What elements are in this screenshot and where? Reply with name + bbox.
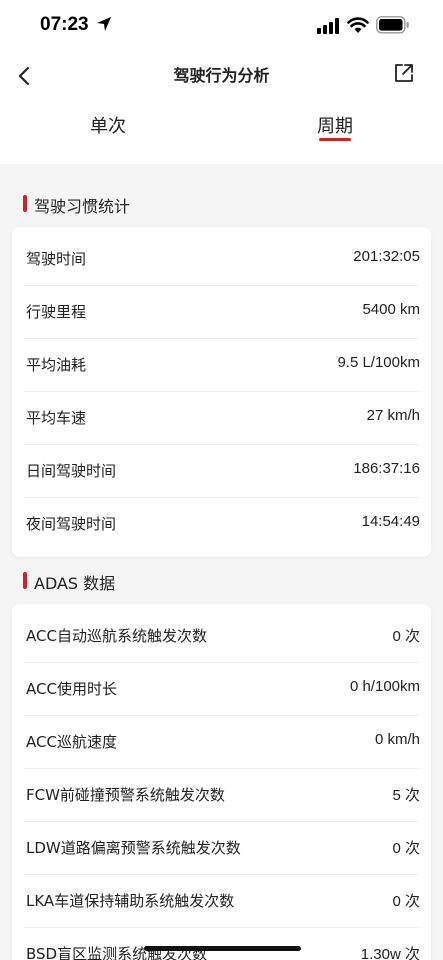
row-value: 0 h/100km [349, 678, 420, 695]
row-label: 平均油耗 [26, 356, 87, 374]
habits-row: 平均车速 27 km/h [24, 392, 420, 445]
row-value: 186:37:16 [353, 460, 420, 477]
row-value: 201:32:05 [353, 248, 420, 265]
section-accent-bar [23, 572, 27, 589]
share-export-icon[interactable] [392, 61, 416, 85]
location-arrow-icon [97, 17, 111, 31]
habits-row: 平均油耗 9.5 L/100km [24, 339, 420, 392]
row-value: 0 次 [392, 628, 420, 645]
row-label: ACC自动巡航系统触发次数 [26, 627, 207, 645]
habits-row: 日间驾驶时间 186:37:16 [24, 445, 420, 498]
battery-icon [376, 16, 409, 34]
row-label: FCW前碰撞预警系统触发次数 [26, 786, 225, 804]
habits-card: 驾驶时间 201:32:05 行驶里程 5400 km 平均油耗 9.5 L/1… [12, 227, 431, 557]
row-value: 27 km/h [366, 407, 420, 424]
tab-bar: 单次 周期 [0, 98, 443, 164]
row-value: 0 次 [392, 840, 420, 857]
row-value: 1.30w 次 [360, 946, 420, 960]
adas-row: ACC自动巡航系统触发次数 0 次 [24, 610, 420, 663]
tab-single[interactable]: 单次 [90, 112, 126, 138]
row-label: 日间驾驶时间 [26, 462, 117, 480]
row-value: 9.5 L/100km [337, 354, 420, 371]
adas-row: LDW道路偏离预警系统触发次数 0 次 [24, 822, 420, 875]
adas-row: FCW前碰撞预警系统触发次数 5 次 [24, 769, 420, 822]
row-label: ACC巡航速度 [26, 733, 117, 751]
home-indicator[interactable] [144, 946, 301, 951]
row-label: LKA车道保持辅助系统触发次数 [26, 892, 235, 910]
status-bar: 07:23 [0, 0, 443, 54]
habits-section-header: 驾驶习惯统计 [0, 181, 443, 227]
active-tab-indicator [319, 138, 351, 141]
habits-row: 夜间驾驶时间 14:54:49 [24, 498, 420, 551]
page-title: 驾驶行为分析 [173, 66, 270, 85]
row-value: 5 次 [392, 787, 420, 804]
row-label: 夜间驾驶时间 [26, 515, 117, 533]
adas-row: LKA车道保持辅助系统触发次数 0 次 [24, 875, 420, 928]
adas-section-title: ADAS 数据 [34, 574, 116, 593]
adas-row: ACC使用时长 0 h/100km [24, 663, 420, 716]
wifi-icon [347, 17, 369, 33]
row-value: 14:54:49 [361, 513, 420, 530]
section-accent-bar [23, 195, 27, 212]
status-time: 07:23 [40, 14, 89, 35]
navigation-bar: 驾驶行为分析 [0, 54, 443, 98]
row-label: ACC使用时长 [26, 680, 117, 698]
row-label: LDW道路偏离预警系统触发次数 [26, 839, 241, 857]
adas-card: ACC自动巡航系统触发次数 0 次 ACC使用时长 0 h/100km ACC巡… [12, 604, 431, 960]
habits-row: 行驶里程 5400 km [24, 286, 420, 339]
cellular-signal-icon [317, 18, 339, 34]
row-value: 0 km/h [374, 731, 420, 748]
row-label: 行驶里程 [26, 303, 87, 321]
habits-section-title: 驾驶习惯统计 [34, 197, 131, 216]
row-value: 0 次 [392, 893, 420, 910]
row-label: 驾驶时间 [26, 250, 87, 268]
adas-row: BSD盲区监测系统触发次数 1.30w 次 [24, 928, 420, 960]
habits-row: 驾驶时间 201:32:05 [24, 233, 420, 286]
adas-section-header: ADAS 数据 [0, 558, 443, 604]
tab-period[interactable]: 周期 [317, 112, 353, 138]
row-label: 平均车速 [26, 409, 87, 427]
adas-row: ACC巡航速度 0 km/h [24, 716, 420, 769]
row-value: 5400 km [362, 301, 420, 318]
